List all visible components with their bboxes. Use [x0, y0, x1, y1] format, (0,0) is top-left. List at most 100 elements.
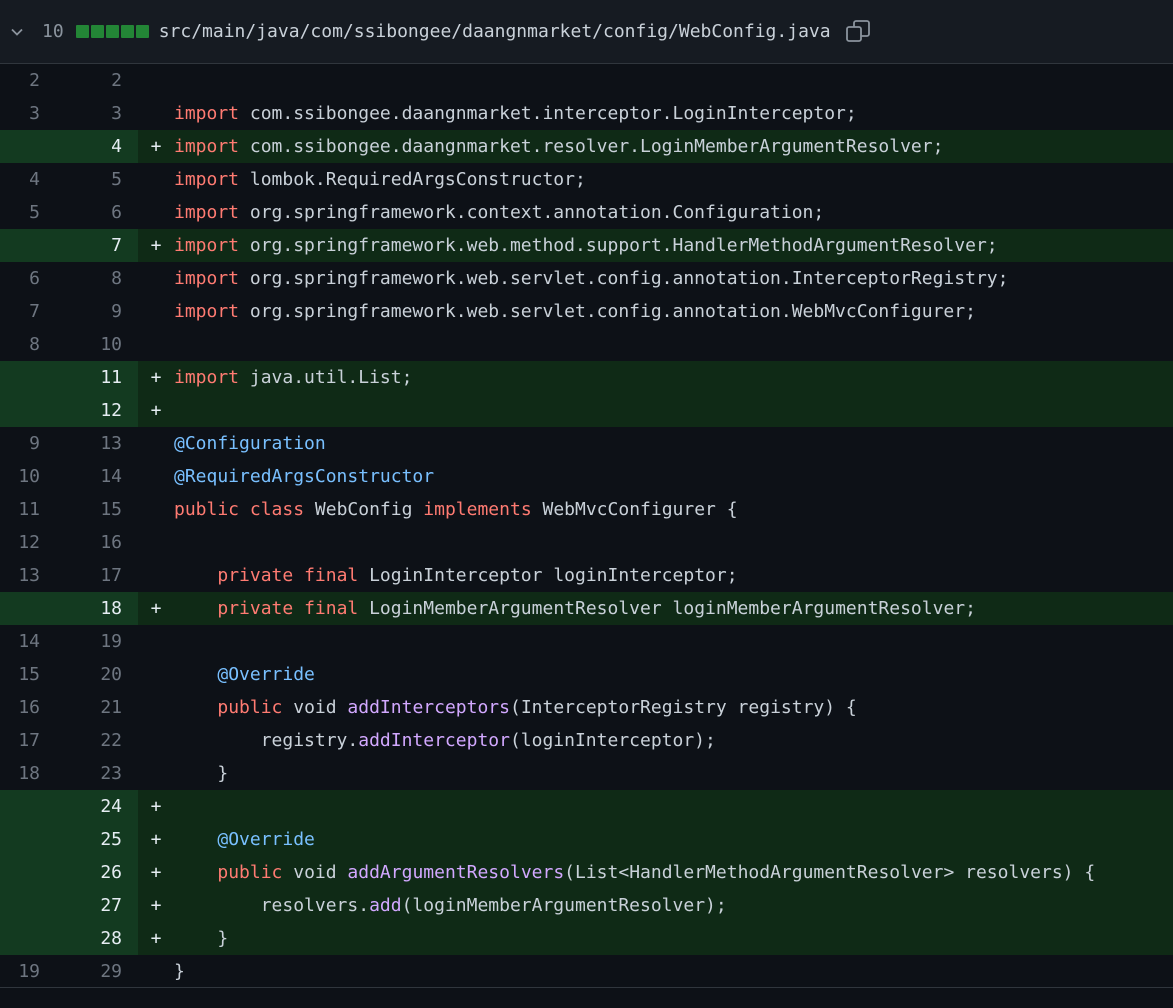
file-path[interactable]: src/main/java/com/ssibongee/daangnmarket… [159, 21, 831, 42]
chevron-down-icon[interactable] [6, 21, 28, 43]
old-line-number[interactable] [0, 361, 40, 394]
new-line-number[interactable]: 6 [40, 196, 122, 229]
old-line-number[interactable]: 5 [0, 196, 40, 229]
added-line: 11 + import java.util.List; [0, 361, 1173, 394]
new-line-number[interactable]: 29 [40, 955, 122, 988]
context-line: 33 import com.ssibongee.daangnmarket.int… [0, 97, 1173, 130]
old-line-number[interactable]: 7 [0, 295, 40, 328]
code-token: @RequiredArgsConstructor [174, 466, 435, 487]
code-token: public [217, 862, 283, 883]
code-token: implements [423, 499, 532, 520]
diff-marker [138, 433, 174, 454]
context-line: 15 20 @Override [0, 658, 1173, 691]
diff-marker: + [150, 367, 162, 388]
new-line-number[interactable]: 23 [40, 757, 122, 790]
new-line-number[interactable]: 21 [40, 691, 122, 724]
code-token: import [174, 103, 240, 124]
code-line: private final LoginInterceptor loginInte… [174, 565, 1173, 586]
old-line-number[interactable] [0, 922, 40, 955]
code-token: java.util.List; [239, 367, 413, 388]
new-line-number[interactable]: 16 [40, 526, 122, 559]
diff-marker [138, 697, 174, 718]
code-line: import org.springframework.web.servlet.c… [174, 268, 1173, 289]
old-line-number[interactable] [0, 394, 40, 427]
old-line-number[interactable]: 10 [0, 460, 40, 493]
diffstat [75, 25, 149, 38]
new-line-number[interactable]: 25 [40, 823, 122, 856]
added-line: 7 + import org.springframework.web.method.… [0, 229, 1173, 262]
old-line-number[interactable] [0, 856, 40, 889]
new-line-number[interactable]: 15 [40, 493, 122, 526]
new-line-number[interactable]: 12 [40, 394, 122, 427]
new-line-number[interactable]: 19 [40, 625, 122, 658]
code-token: @Override [217, 829, 315, 850]
code-line: public class WebConfig implements WebMvc… [174, 499, 1173, 520]
old-line-number[interactable]: 16 [0, 691, 40, 724]
old-line-number[interactable]: 19 [0, 955, 40, 988]
new-line-number[interactable]: 17 [40, 559, 122, 592]
old-line-number[interactable]: 13 [0, 559, 40, 592]
code-token: @Configuration [174, 433, 326, 454]
new-line-number[interactable]: 20 [40, 658, 122, 691]
new-line-number[interactable]: 8 [40, 262, 122, 295]
diff-marker [138, 466, 174, 487]
diff-body: 22 33 import com.ssibongee.daangnmarket.… [0, 64, 1173, 988]
code-token: public [217, 697, 283, 718]
code-line: } [174, 928, 1173, 949]
code-token: import [174, 367, 240, 388]
new-line-number[interactable]: 4 [40, 130, 122, 163]
code-line: } [174, 763, 1173, 784]
old-line-number[interactable]: 3 [0, 97, 40, 130]
new-line-number[interactable]: 5 [40, 163, 122, 196]
code-token: void [282, 862, 348, 883]
new-line-number[interactable]: 14 [40, 460, 122, 493]
old-line-number[interactable]: 12 [0, 526, 40, 559]
old-line-number[interactable] [0, 130, 40, 163]
old-line-number[interactable] [0, 790, 40, 823]
old-line-number[interactable] [0, 823, 40, 856]
new-line-number[interactable]: 9 [40, 295, 122, 328]
new-line-number[interactable]: 10 [40, 328, 122, 361]
old-line-number[interactable] [0, 889, 40, 922]
old-line-number[interactable]: 4 [0, 163, 40, 196]
code-line: @Override [174, 664, 1173, 685]
code-line: import org.springframework.web.method.su… [174, 235, 1173, 256]
context-line: 68 import org.springframework.web.servle… [0, 262, 1173, 295]
old-line-number[interactable]: 15 [0, 658, 40, 691]
code-line: public void addInterceptors(InterceptorR… [174, 697, 1173, 718]
change-count: 10 [42, 21, 64, 42]
new-line-number[interactable]: 13 [40, 427, 122, 460]
old-line-number[interactable] [0, 229, 40, 262]
new-line-number[interactable]: 24 [40, 790, 122, 823]
new-line-number[interactable]: 7 [40, 229, 122, 262]
new-line-number[interactable]: 11 [40, 361, 122, 394]
new-line-number[interactable]: 18 [40, 592, 122, 625]
old-line-number[interactable]: 8 [0, 328, 40, 361]
context-line: 19 29 } [0, 955, 1173, 988]
diffstat-block [135, 25, 149, 38]
new-line-number[interactable]: 28 [40, 922, 122, 955]
copy-icon[interactable] [845, 19, 871, 45]
diff-marker [138, 169, 174, 190]
new-line-number[interactable]: 26 [40, 856, 122, 889]
new-line-number[interactable]: 2 [40, 64, 122, 97]
diff-marker: + [150, 136, 162, 157]
code-line: import lombok.RequiredArgsConstructor; [174, 169, 1173, 190]
old-line-number[interactable]: 2 [0, 64, 40, 97]
new-line-number[interactable]: 27 [40, 889, 122, 922]
old-line-number[interactable]: 9 [0, 427, 40, 460]
old-line-number[interactable]: 14 [0, 625, 40, 658]
code-token: org.springframework.context.annotation.C… [239, 202, 825, 223]
old-line-number[interactable]: 11 [0, 493, 40, 526]
old-line-number[interactable]: 17 [0, 724, 40, 757]
old-line-number[interactable]: 6 [0, 262, 40, 295]
diff-marker [138, 532, 174, 553]
new-line-number[interactable]: 3 [40, 97, 122, 130]
old-line-number[interactable]: 18 [0, 757, 40, 790]
old-line-number[interactable] [0, 592, 40, 625]
new-line-number[interactable]: 22 [40, 724, 122, 757]
code-token: import [174, 169, 240, 190]
